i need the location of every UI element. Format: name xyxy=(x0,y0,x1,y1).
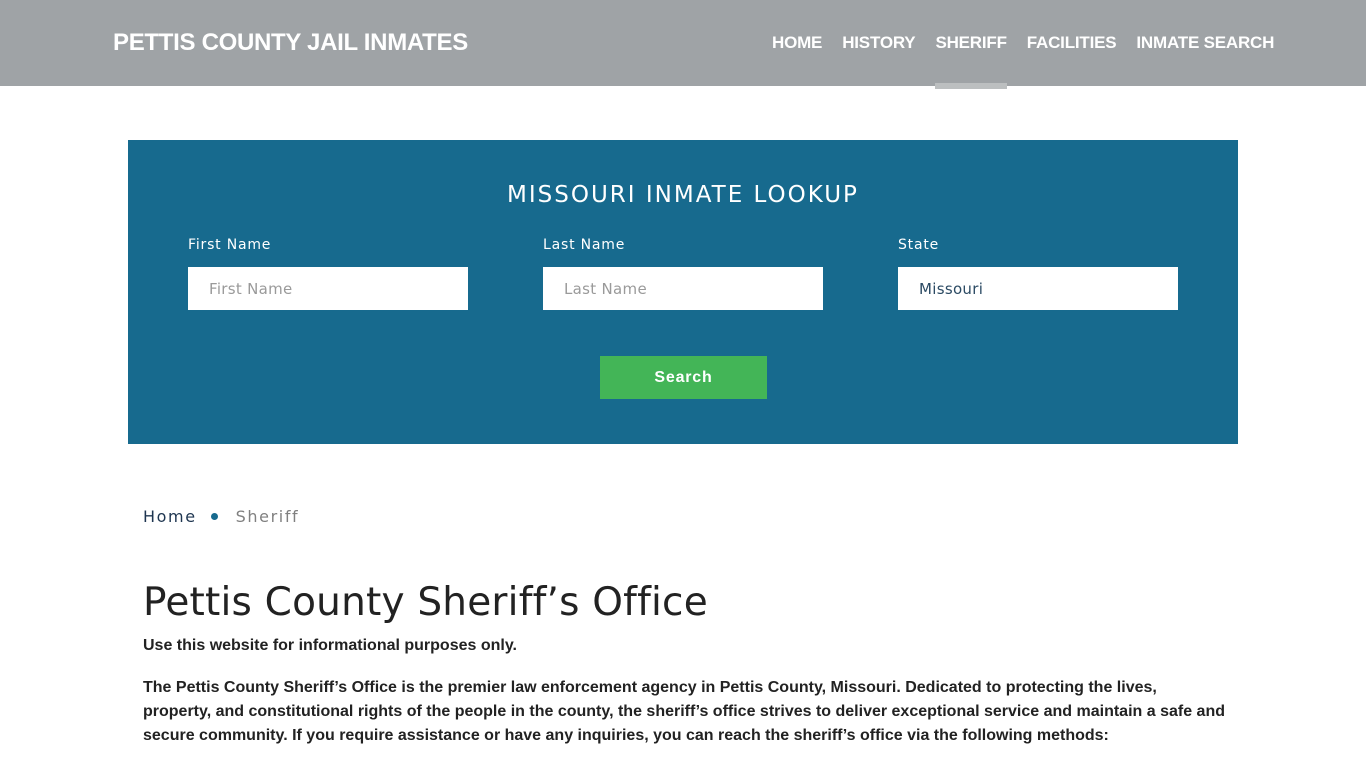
nav-facilities[interactable]: FACILITIES xyxy=(1027,33,1117,89)
site-header: PETTIS COUNTY JAIL INMATES HOME HISTORY … xyxy=(0,0,1366,89)
breadcrumb: Home Sheriff xyxy=(143,507,299,526)
first-name-label: First Name xyxy=(188,237,272,253)
breadcrumb-separator-dot-icon xyxy=(210,513,218,520)
state-input[interactable] xyxy=(898,267,1178,310)
nav-sheriff[interactable]: SHERIFF xyxy=(935,33,1008,89)
nav-home[interactable]: HOME xyxy=(772,33,822,89)
last-name-group: Last Name xyxy=(543,237,823,310)
last-name-input[interactable] xyxy=(543,267,823,310)
state-group: State xyxy=(898,237,1178,310)
search-button[interactable]: Search xyxy=(600,356,767,399)
nav-history[interactable]: HISTORY xyxy=(842,33,915,89)
intro-paragraph: The Pettis County Sheriff’s Office is th… xyxy=(143,679,1225,744)
page-title: Pettis County Sheriff’s Office xyxy=(143,580,708,625)
inmate-lookup-panel: MISSOURI INMATE LOOKUP First Name Last N… xyxy=(128,140,1238,444)
disclaimer-text: Use this website for informational purpo… xyxy=(143,637,517,654)
first-name-input[interactable] xyxy=(188,267,468,310)
lookup-title: MISSOURI INMATE LOOKUP xyxy=(507,182,859,208)
state-label: State xyxy=(898,237,940,253)
main-nav: HOME HISTORY SHERIFF FACILITIES INMATE S… xyxy=(772,33,1274,89)
last-name-label: Last Name xyxy=(543,237,626,253)
first-name-group: First Name xyxy=(188,237,468,310)
breadcrumb-current: Sheriff xyxy=(235,507,300,526)
site-logo-link[interactable]: PETTIS COUNTY JAIL INMATES xyxy=(113,29,468,57)
breadcrumb-home[interactable]: Home xyxy=(143,507,197,526)
nav-inmate-search[interactable]: INMATE SEARCH xyxy=(1136,33,1274,89)
